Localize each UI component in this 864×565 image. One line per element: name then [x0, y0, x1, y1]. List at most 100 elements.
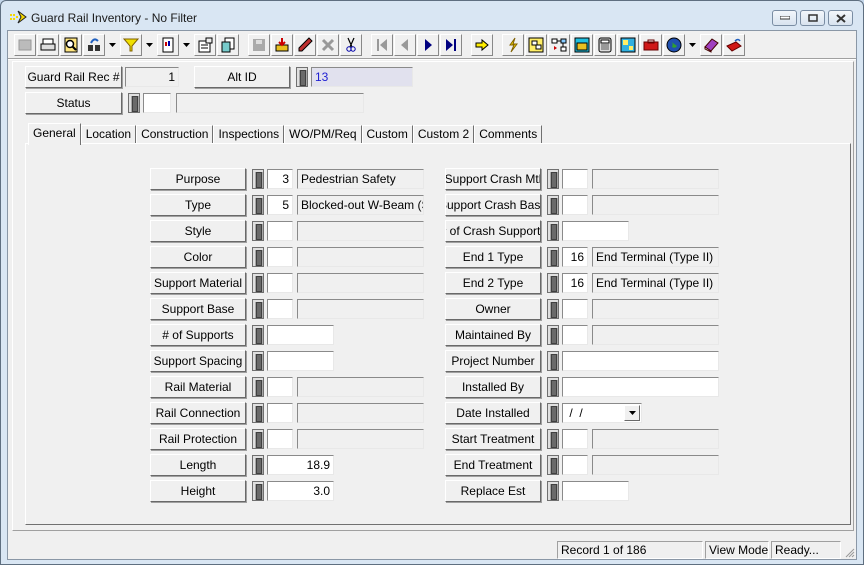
- num-of-crash-supports-button[interactable]: # of Crash Supports: [445, 220, 541, 242]
- lock-toggle[interactable]: [128, 93, 140, 113]
- calculator-button[interactable]: [594, 34, 616, 56]
- tab-general[interactable]: General: [28, 123, 81, 145]
- end-1-type-code-field[interactable]: 16: [562, 247, 588, 267]
- purpose-code-field[interactable]: 3: [267, 169, 293, 189]
- globe-dropdown[interactable]: [686, 34, 698, 56]
- lock-toggle[interactable]: [252, 429, 264, 449]
- lock-toggle[interactable]: [296, 67, 308, 87]
- rail-protection-button[interactable]: Rail Protection: [150, 428, 246, 450]
- color-button[interactable]: Color: [150, 246, 246, 268]
- goto-arrow-button[interactable]: [471, 34, 493, 56]
- support-material-code-field[interactable]: [267, 273, 293, 293]
- lock-toggle[interactable]: [252, 377, 264, 397]
- close-button[interactable]: [828, 10, 853, 26]
- length-field[interactable]: 18.9: [267, 455, 334, 475]
- tab-inspections[interactable]: Inspections: [213, 125, 285, 144]
- report-dropdown[interactable]: [180, 34, 192, 56]
- print-button[interactable]: [37, 34, 59, 56]
- report-button[interactable]: [157, 34, 179, 56]
- find-button[interactable]: [83, 34, 105, 56]
- installed-by-field[interactable]: [562, 377, 719, 397]
- tab-construction[interactable]: Construction: [136, 125, 214, 144]
- lock-toggle[interactable]: [252, 273, 264, 293]
- project-number-field[interactable]: [562, 351, 719, 371]
- print-preview-button[interactable]: [60, 34, 82, 56]
- type-button[interactable]: Type: [150, 194, 246, 216]
- minimize-button[interactable]: [772, 10, 797, 26]
- exit-button[interactable]: [723, 34, 745, 56]
- end-treatment-button[interactable]: End Treatment: [445, 454, 541, 476]
- chart-button[interactable]: [617, 34, 639, 56]
- support-base-button[interactable]: Support Base: [150, 298, 246, 320]
- lock-toggle[interactable]: [547, 325, 559, 345]
- num-of-crash-supports-field[interactable]: [562, 221, 629, 241]
- lock-toggle[interactable]: [252, 403, 264, 423]
- owner-button[interactable]: Owner: [445, 298, 541, 320]
- end-2-type-button[interactable]: End 2 Type: [445, 272, 541, 294]
- purpose-button[interactable]: Purpose: [150, 168, 246, 190]
- lock-toggle[interactable]: [547, 481, 559, 501]
- color-code-field[interactable]: [267, 247, 293, 267]
- start-treatment-button[interactable]: Start Treatment: [445, 428, 541, 450]
- support-crash-mtl-code-field[interactable]: [562, 169, 588, 189]
- support-spacing-button[interactable]: Support Spacing: [150, 350, 246, 372]
- height-button[interactable]: Height: [150, 480, 246, 502]
- rail-material-button[interactable]: Rail Material: [150, 376, 246, 398]
- status-code-field[interactable]: [143, 93, 171, 113]
- end-2-type-code-field[interactable]: 16: [562, 273, 588, 293]
- start-treatment-code-field[interactable]: [562, 429, 588, 449]
- alt-id-button[interactable]: Alt ID: [194, 66, 290, 88]
- lock-toggle[interactable]: [547, 169, 559, 189]
- num-of-supports-field[interactable]: [267, 325, 334, 345]
- lock-toggle[interactable]: [547, 377, 559, 397]
- style-code-field[interactable]: [267, 221, 293, 241]
- maintained-by-button[interactable]: Maintained By: [445, 324, 541, 346]
- lock-toggle[interactable]: [252, 195, 264, 215]
- date-installed-button[interactable]: Date Installed: [445, 402, 541, 424]
- end-treatment-code-field[interactable]: [562, 455, 588, 475]
- rail-protection-code-field[interactable]: [267, 429, 293, 449]
- installed-by-button[interactable]: Installed By: [445, 376, 541, 398]
- lock-toggle[interactable]: [252, 247, 264, 267]
- lock-toggle[interactable]: [547, 221, 559, 241]
- edit-button[interactable]: [294, 34, 316, 56]
- lock-toggle[interactable]: [547, 247, 559, 267]
- find-dropdown[interactable]: [106, 34, 118, 56]
- add-record-button[interactable]: [271, 34, 293, 56]
- date-dropdown-button[interactable]: [624, 405, 640, 421]
- alt-id-field[interactable]: 13: [311, 67, 413, 87]
- lock-toggle[interactable]: [547, 273, 559, 293]
- support-crash-mtl-button[interactable]: Support Crash Mtl: [445, 168, 541, 190]
- lock-toggle[interactable]: [252, 325, 264, 345]
- lock-toggle[interactable]: [547, 455, 559, 475]
- lock-toggle[interactable]: [547, 429, 559, 449]
- date-installed-picker[interactable]: / /: [562, 403, 642, 423]
- maximize-button[interactable]: [800, 10, 825, 26]
- style-button[interactable]: Style: [150, 220, 246, 242]
- support-spacing-field[interactable]: [267, 351, 334, 371]
- num-of-supports-button[interactable]: # of Supports: [150, 324, 246, 346]
- tab-comments[interactable]: Comments: [474, 125, 543, 144]
- properties-button[interactable]: [194, 34, 216, 56]
- lock-toggle[interactable]: [547, 403, 559, 423]
- lock-toggle[interactable]: [547, 299, 559, 319]
- guard-rail-rec-button[interactable]: Guard Rail Rec #: [25, 66, 122, 88]
- copy-record-button[interactable]: [217, 34, 239, 56]
- type-code-field[interactable]: 5: [267, 195, 293, 215]
- title-bar[interactable]: Guard Rail Inventory - No Filter: [1, 1, 863, 31]
- relationship-button[interactable]: [548, 34, 570, 56]
- length-button[interactable]: Length: [150, 454, 246, 476]
- globe-button[interactable]: [663, 34, 685, 56]
- owner-code-field[interactable]: [562, 299, 588, 319]
- lightning-button[interactable]: [502, 34, 524, 56]
- support-crash-base-button[interactable]: Support Crash Base: [445, 194, 541, 216]
- replace-est-field[interactable]: [562, 481, 629, 501]
- lock-toggle[interactable]: [252, 481, 264, 501]
- filter-dropdown[interactable]: [143, 34, 155, 56]
- lock-toggle[interactable]: [252, 169, 264, 189]
- support-base-code-field[interactable]: [267, 299, 293, 319]
- resize-grip-icon[interactable]: [844, 547, 855, 558]
- status-button[interactable]: Status: [25, 92, 122, 114]
- toolbox-button[interactable]: [640, 34, 662, 56]
- tab-custom-2[interactable]: Custom 2: [412, 125, 475, 144]
